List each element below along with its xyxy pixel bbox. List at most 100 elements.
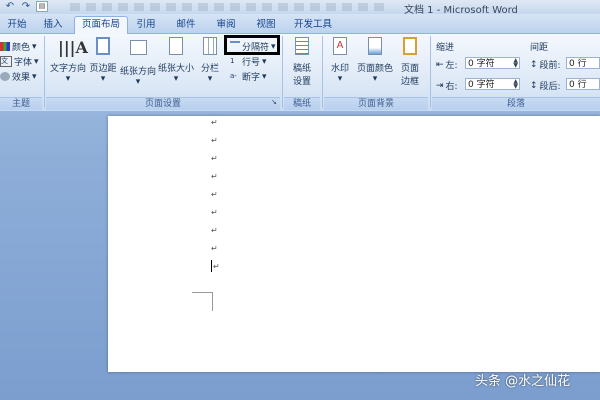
spacing-before-label: 段前:	[539, 61, 561, 71]
text-direction-label: 文字方向	[49, 64, 86, 74]
indent-right-row: ⇥ 右:	[436, 79, 458, 93]
ribbon: 颜色 ▾ 文 字体 ▾ 效果 ▾ 主题 |||A 文字方向 ▾ 页边距 ▾ 纸张方向 …	[0, 34, 600, 112]
chevron-down-icon: ▾	[100, 74, 106, 84]
size-label: 纸张大小	[157, 64, 194, 74]
indent-left-label: 左:	[445, 61, 458, 71]
tab-mailings[interactable]: 邮件	[172, 17, 200, 33]
paragraph-mark: ↵	[211, 226, 218, 235]
source-watermark: 头条 @水之仙花	[475, 374, 571, 389]
chevron-down-icon: ▾	[135, 77, 141, 87]
chevron-down-icon: ▾	[173, 74, 179, 84]
line-numbers-button[interactable]: 1 行号 ▾	[230, 55, 267, 69]
size-button[interactable]: 纸张大小 ▾	[157, 37, 195, 84]
tab-references[interactable]: 引用	[132, 17, 160, 33]
tab-view[interactable]: 视图	[252, 17, 280, 33]
spacing-title: 间距	[530, 43, 549, 53]
group-separator	[44, 36, 45, 108]
page-color-label: 页面颜色	[356, 64, 393, 74]
spacing-after-row: ↕ 段后:	[530, 79, 561, 93]
page-borders-label-2: 边框	[400, 77, 419, 87]
manuscript-settings-button[interactable]: 稿纸 设置	[288, 37, 316, 87]
chevron-down-icon: ▾	[65, 74, 71, 84]
group-separator	[430, 36, 431, 108]
margins-icon	[93, 37, 113, 59]
tab-page-layout[interactable]: 页面布局	[74, 16, 128, 35]
margins-button[interactable]: 页边距 ▾	[88, 37, 118, 84]
text-cursor	[211, 260, 212, 272]
paragraph-mark: ↵	[213, 262, 220, 271]
theme-colors-label: 颜色	[12, 43, 31, 53]
indent-right-icon: ⇥	[436, 80, 444, 91]
paragraph-mark: ↵	[211, 118, 218, 127]
margin-crop-mark	[192, 292, 213, 311]
chevron-down-icon: ▾	[262, 71, 267, 82]
indent-left-value: 0 字符	[468, 59, 495, 69]
undo-icon[interactable]: ↶	[4, 1, 16, 12]
indent-left-field[interactable]: 0 字符 ▲ ▼	[465, 57, 520, 69]
group-label-theme: 主题	[0, 97, 42, 110]
spinner-icon[interactable]: ▲ ▼	[513, 79, 518, 90]
watermark-label: 水印	[330, 64, 349, 74]
hyphenation-button[interactable]: a- 断字 ▾	[230, 70, 267, 84]
hyphenation-label: 断字	[242, 73, 261, 83]
page-color-button[interactable]: 页面颜色 ▾	[356, 37, 394, 84]
spacing-before-row: ↕ 段前:	[530, 58, 561, 72]
paragraph-mark: ↵	[211, 136, 218, 145]
tab-home[interactable]: 开始	[2, 17, 32, 33]
paper-size-icon	[166, 37, 186, 59]
line-numbers-label: 行号	[242, 58, 261, 68]
spacing-after-field[interactable]: 0 行	[566, 78, 600, 90]
spacing-before-field[interactable]: 0 行	[566, 57, 600, 69]
spacing-after-icon: ↕	[530, 80, 538, 91]
tab-review[interactable]: 审阅	[212, 17, 240, 33]
chevron-down-icon: ▾	[34, 56, 39, 67]
redo-icon[interactable]: ↷	[20, 1, 32, 12]
text-direction-button[interactable]: |||A 文字方向 ▾	[47, 37, 89, 84]
columns-icon	[200, 37, 220, 59]
group-label-page-background: 页面背景	[324, 97, 428, 110]
chevron-down-icon: ▾	[337, 74, 343, 84]
spacing-after-label: 段后:	[539, 82, 561, 92]
watermark-button[interactable]: A 水印 ▾	[327, 37, 353, 84]
indent-right-field[interactable]: 0 字符 ▲ ▼	[465, 78, 520, 90]
line-numbers-icon: 1	[230, 57, 235, 65]
spinner-icon[interactable]: ▲ ▼	[513, 58, 518, 69]
indent-title: 缩进	[436, 43, 455, 53]
ribbon-tabs: 开始 插入 页面布局 引用 邮件 审阅 视图 开发工具	[0, 14, 600, 35]
columns-button[interactable]: 分栏 ▾	[199, 37, 221, 84]
quick-access-toolbar: ↶ ↷ ▤	[4, 1, 48, 12]
indent-right-label: 右:	[445, 82, 458, 92]
indent-right-value: 0 字符	[468, 80, 495, 90]
fonts-icon: 文	[0, 56, 12, 67]
page-setup-launcher-icon[interactable]: ↘	[271, 98, 277, 106]
breaks-highlight-box	[224, 35, 280, 55]
document-page[interactable]: ↵ ↵ ↵ ↵ ↵ ↵ ↵ ↵ ↵	[108, 116, 600, 372]
paragraph-mark: ↵	[211, 190, 218, 199]
document-area: ↵ ↵ ↵ ↵ ↵ ↵ ↵ ↵ ↵	[0, 112, 600, 400]
spacing-after-value: 0 行	[569, 80, 587, 90]
theme-colors-button[interactable]: 颜色 ▾	[0, 40, 37, 53]
group-label-manuscript: 稿纸	[284, 97, 320, 110]
print-preview-icon[interactable]: ▤	[36, 1, 48, 12]
title-bar: ↶ ↷ ▤ 文档 1 - Microsoft Word	[0, 0, 600, 16]
paragraph-mark: ↵	[211, 208, 218, 217]
orientation-icon	[128, 40, 148, 62]
spacing-before-icon: ↕	[530, 59, 538, 70]
indent-left-icon: ⇤	[436, 59, 444, 70]
chevron-down-icon: ▾	[207, 74, 213, 84]
orientation-button[interactable]: 纸张方向 ▾	[119, 37, 157, 87]
tab-insert[interactable]: 插入	[38, 17, 68, 33]
text-direction-icon: |||A	[58, 38, 88, 57]
theme-effects-button[interactable]: 效果 ▾	[0, 70, 37, 83]
manuscript-label-1: 稿纸	[292, 64, 311, 74]
page-borders-button[interactable]: 页面 边框	[397, 37, 423, 87]
chevron-down-icon: ▾	[372, 74, 378, 84]
paragraph-mark: ↵	[211, 244, 218, 253]
tab-developer[interactable]: 开发工具	[288, 17, 338, 33]
indent-left-row: ⇤ 左:	[436, 58, 458, 72]
colors-icon	[0, 42, 10, 51]
watermark-icon: A	[330, 37, 350, 59]
theme-fonts-button[interactable]: 文 字体 ▾	[0, 55, 39, 68]
manuscript-label-2: 设置	[292, 77, 311, 87]
paragraph-mark: ↵	[211, 172, 218, 181]
